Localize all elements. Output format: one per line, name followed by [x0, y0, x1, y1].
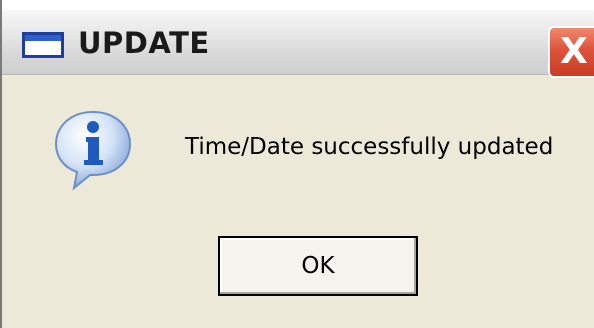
close-icon: X	[560, 31, 588, 72]
titlebar[interactable]: UPDATE X	[2, 10, 594, 78]
titlebar-top-edge	[2, 0, 594, 10]
ok-button-label: OK	[301, 253, 335, 279]
dialog-message: Time/Date successfully updated	[185, 134, 554, 160]
message-dialog: UPDATE X Time/Date successfully updated …	[0, 0, 594, 328]
window-title: UPDATE	[78, 26, 210, 60]
window-icon	[22, 32, 64, 58]
close-button[interactable]: X	[548, 26, 594, 78]
ok-button[interactable]: OK	[218, 236, 418, 296]
information-icon	[54, 110, 132, 191]
